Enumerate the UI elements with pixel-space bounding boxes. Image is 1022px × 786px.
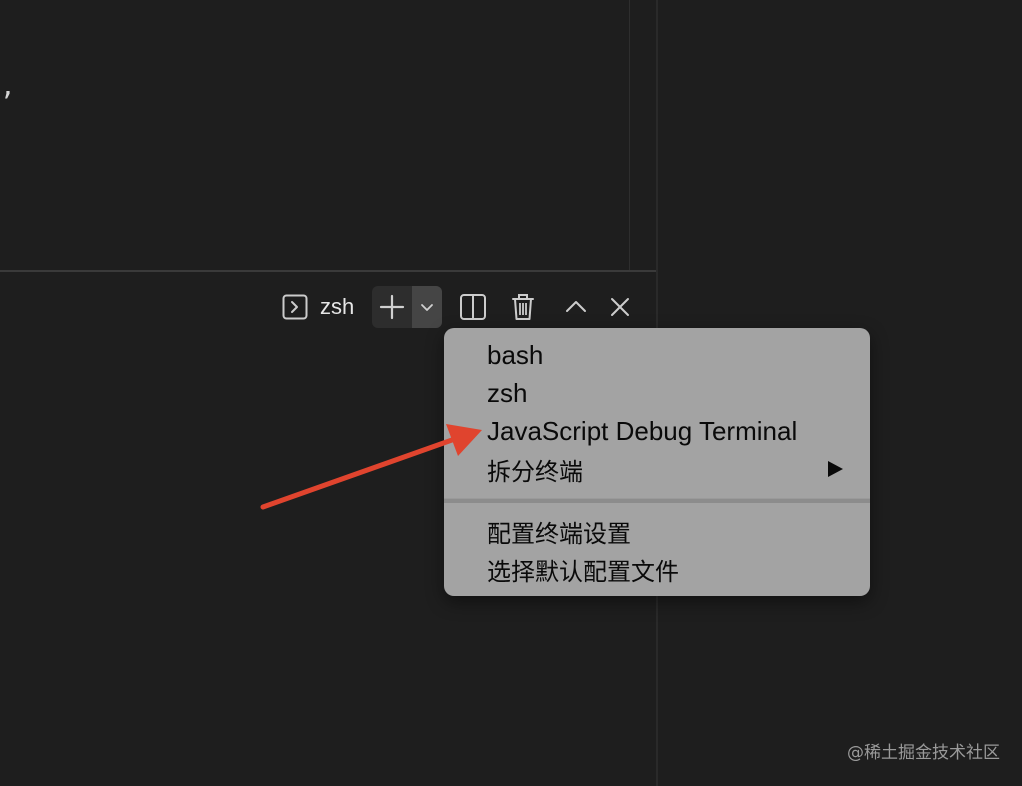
editor-area[interactable]: , [0,0,656,270]
trash-icon [512,294,534,320]
menu-item-select-default-profile[interactable]: 选择默认配置文件 [487,550,679,588]
active-terminal-selector[interactable]: zsh [282,292,354,322]
menu-item-label: 选择默认配置文件 [487,557,679,586]
split-terminal-icon [460,294,486,320]
editor-minimap-divider [629,0,630,270]
new-terminal-group [372,286,442,328]
terminal-prompt-icon [282,294,308,320]
menu-item-split-terminal[interactable]: 拆分终端 [487,450,583,488]
editor-text: , [0,72,16,102]
menu-separator [444,498,870,503]
close-icon [611,298,629,316]
split-terminal-button[interactable] [456,290,490,324]
launch-profile-menu: bash zsh JavaScript Debug Terminal 拆分终端 … [444,328,870,596]
menu-item-label: 拆分终端 [487,457,583,486]
chevron-down-icon [421,304,433,311]
active-terminal-name: zsh [320,294,355,319]
menu-item-zsh[interactable]: zsh [487,374,527,412]
menu-item-label: bash [487,339,544,370]
menu-item-configure-terminal-settings[interactable]: 配置终端设置 [487,512,631,550]
menu-item-javascript-debug-terminal[interactable]: JavaScript Debug Terminal [487,412,797,450]
maximize-panel-button[interactable] [559,290,593,324]
kill-terminal-button[interactable] [506,290,540,324]
menu-item-label: JavaScript Debug Terminal [487,415,798,446]
menu-item-label: zsh [487,377,528,408]
new-terminal-button[interactable] [372,286,412,328]
vscode-window: , zsh bash zsh JavaScript Debug Terminal… [0,0,1022,786]
terminal-toolbar: zsh [0,286,656,328]
chevron-up-icon [566,301,586,312]
menu-item-label: 配置终端设置 [487,519,631,548]
triangle-right-icon [826,450,846,488]
menu-item-bash[interactable]: bash [487,336,543,374]
launch-profile-button[interactable] [412,286,442,328]
watermark: @稀土掘金技术社区 [847,743,1000,763]
close-panel-button[interactable] [603,290,637,324]
plus-icon [379,294,405,320]
